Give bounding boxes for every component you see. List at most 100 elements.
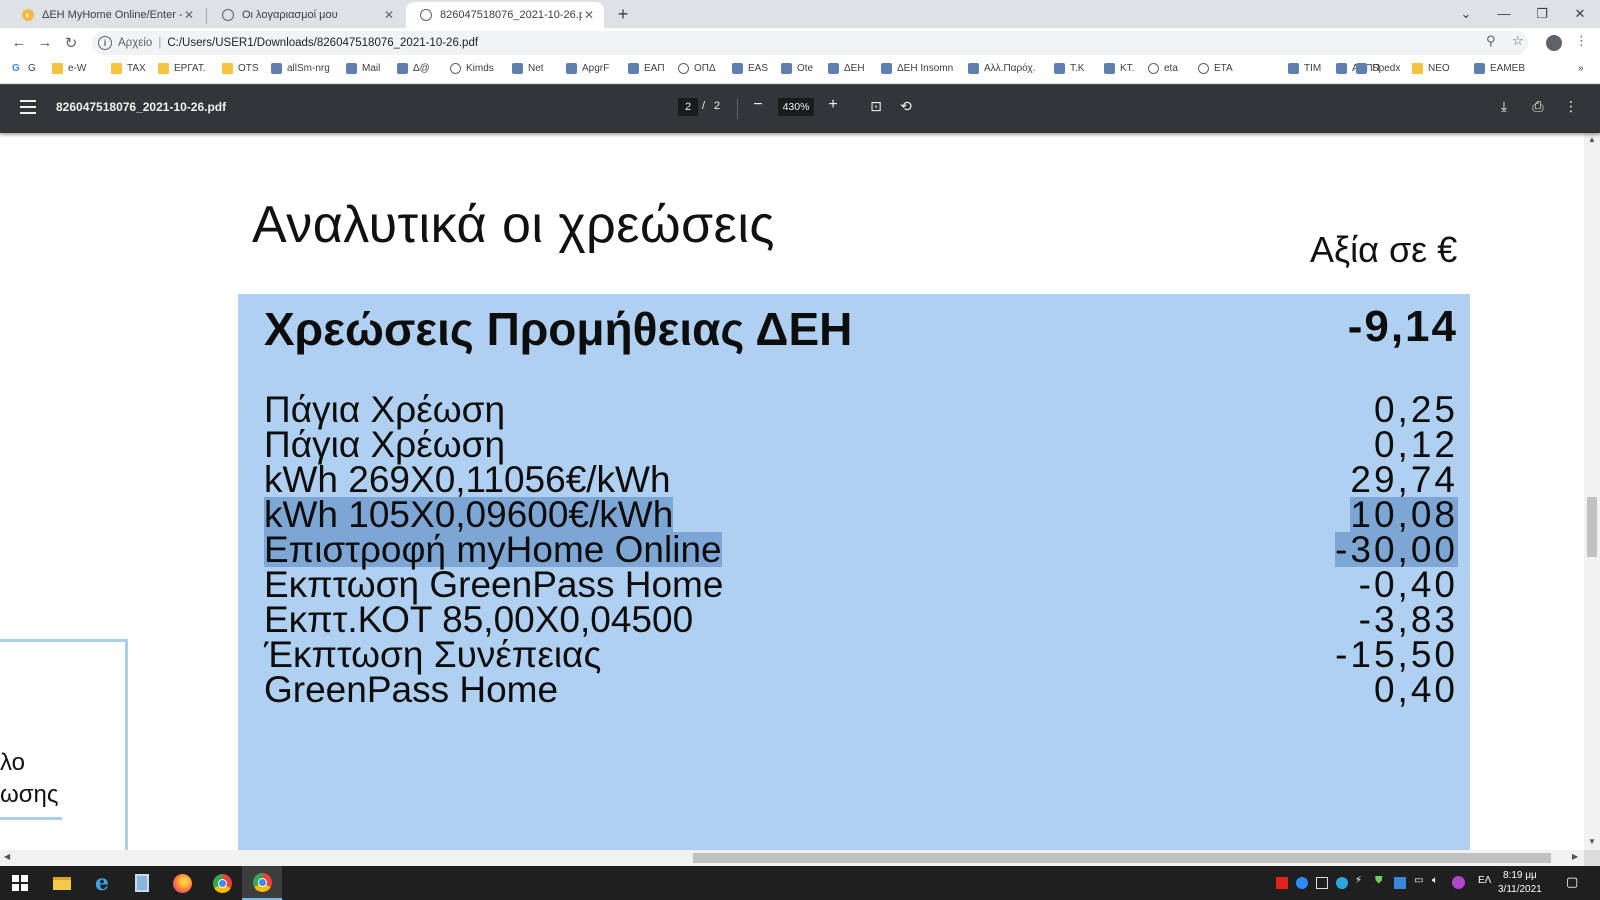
bookmark-star-icon[interactable]: ☆ — [1512, 33, 1524, 49]
minimize-button[interactable]: — — [1485, 2, 1523, 26]
scroll-right-icon[interactable]: ▶ — [1572, 852, 1578, 861]
charge-line: Επιστροφή myHome Online -30,00 — [238, 529, 1470, 570]
bookmark-item[interactable]: ApgrF — [566, 63, 609, 74]
scroll-up-icon[interactable]: ▲ — [1584, 135, 1600, 144]
scroll-down-icon[interactable]: ▼ — [1584, 837, 1600, 846]
bookmark-label: Δ@ — [413, 63, 430, 74]
vertical-scroll-thumb[interactable] — [1587, 497, 1597, 557]
horizontal-scroll-thumb[interactable] — [693, 853, 1551, 863]
bookmark-item[interactable]: Αλλ.Παρόχ. — [968, 63, 1035, 74]
charge-amount: -0,40 — [1358, 564, 1458, 605]
bookmark-item[interactable]: KT. — [1104, 63, 1134, 74]
charge-label: Επιστροφή myHome Online — [264, 529, 722, 570]
bookmark-item[interactable]: OTS — [222, 63, 259, 74]
page-number-input[interactable]: 2 — [678, 98, 698, 116]
bookmark-item[interactable]: ΔΕΗ — [828, 63, 865, 74]
charge-amount: 0,25 — [1373, 389, 1458, 430]
tray-app-icon[interactable] — [1316, 877, 1328, 889]
pdf-menu-icon[interactable] — [20, 100, 36, 114]
close-tab-icon[interactable]: ✕ — [582, 8, 596, 22]
tab-pdf[interactable]: 826047518076_2021-10-26.pdf ✕ — [406, 2, 604, 28]
charge-amount: -3,83 — [1358, 599, 1458, 640]
vertical-scrollbar[interactable]: ▲ ▼ — [1584, 133, 1600, 850]
pdf-page-viewport[interactable]: Αναλυτικά οι χρεώσεις Αξία σε € Χρεώσεις… — [0, 133, 1584, 850]
reload-button[interactable]: ↻ — [62, 34, 80, 52]
more-actions-icon[interactable]: ⋮ — [1562, 98, 1580, 115]
language-indicator[interactable]: ΕΛ — [1478, 875, 1491, 886]
bookmark-item[interactable]: ETA — [1198, 63, 1233, 74]
bookmark-item[interactable]: EAMEB — [1474, 63, 1525, 74]
download-icon[interactable]: ⤓ — [1495, 98, 1513, 115]
tray-app-icon[interactable] — [1394, 877, 1406, 889]
taskbar-clock[interactable]: 8:19 μμ 3/11/2021 — [1498, 869, 1542, 897]
file-explorer-icon[interactable] — [42, 866, 82, 900]
internet-explorer-icon[interactable]: e — [82, 866, 122, 900]
bookmark-item[interactable]: Kimds — [450, 63, 494, 74]
address-bar[interactable]: i Αρχείο | C:/Users/USER1/Downloads/8260… — [92, 31, 1528, 55]
bookmark-item[interactable]: ΟΠΔ — [678, 63, 716, 74]
bookmark-item[interactable]: Mail — [346, 63, 380, 74]
tray-app-icon[interactable] — [1276, 877, 1288, 889]
bookmark-item[interactable]: NEO — [1412, 63, 1450, 74]
fit-page-icon[interactable]: ⊡ — [867, 98, 885, 115]
print-icon[interactable]: ⎙ — [1529, 98, 1547, 115]
bookmark-item[interactable]: Δ@ — [397, 63, 430, 74]
tab-accounts[interactable]: Οι λογαριασμοί μου ✕ — [208, 2, 404, 28]
tab-search-button[interactable]: ⌄ — [1447, 2, 1485, 26]
bookmark-label: T.K — [1070, 63, 1085, 74]
bookmark-item[interactable]: EAS — [732, 63, 768, 74]
bookmark-item[interactable]: Ote — [781, 63, 813, 74]
close-tab-icon[interactable]: ✕ — [382, 8, 396, 22]
tray-app-icon[interactable] — [1452, 876, 1465, 889]
rotate-icon[interactable]: ⟲ — [897, 98, 915, 115]
back-button[interactable]: ← — [10, 34, 28, 51]
start-button[interactable] — [0, 866, 40, 900]
bookmark-item[interactable]: T.K — [1054, 63, 1084, 74]
tray-skype-icon[interactable] — [1336, 877, 1348, 889]
calculator-icon[interactable] — [122, 866, 162, 900]
bookmark-item[interactable]: allSm-nrg — [271, 63, 330, 74]
bookmark-item[interactable]: ΕΡΓΑΤ. — [158, 63, 206, 74]
zoom-in-button[interactable]: + — [824, 96, 842, 114]
bookmark-item[interactable]: e-W — [52, 63, 86, 74]
tray-security-icon[interactable]: ⛊ — [1375, 875, 1383, 886]
bookmark-item[interactable]: ΔΕΗ Insomn — [881, 63, 953, 74]
zoom-icon[interactable]: ⚲ — [1486, 33, 1496, 49]
firefox-icon[interactable] — [162, 866, 202, 900]
forward-button[interactable]: → — [36, 34, 54, 51]
bookmark-item[interactable]: Net — [512, 63, 544, 74]
bookmark-item[interactable]: TIM — [1288, 63, 1321, 74]
bookmark-item[interactable]: Spedx — [1356, 63, 1400, 74]
chrome-active-icon[interactable] — [242, 866, 282, 900]
site-icon — [346, 63, 357, 74]
notifications-icon[interactable]: ▢ — [1566, 874, 1578, 890]
url-text[interactable]: C:/Users/USER1/Downloads/826047518076_20… — [167, 37, 478, 49]
bookmark-item[interactable]: TAX — [111, 63, 146, 74]
bookmark-label: ΔΕΗ — [844, 63, 865, 74]
bookmark-item[interactable]: ΕΑΠ — [628, 63, 665, 74]
close-window-button[interactable]: ✕ — [1561, 2, 1599, 26]
close-tab-icon[interactable]: ✕ — [182, 8, 196, 22]
tray-display-icon[interactable]: ▭ — [1414, 875, 1423, 886]
bookmark-item[interactable]: GG — [12, 63, 36, 74]
bookmark-label: ΟΠΔ — [694, 63, 716, 74]
scroll-left-icon[interactable]: ◀ — [4, 852, 10, 861]
zoom-input[interactable]: 430% — [778, 98, 814, 116]
site-icon — [1288, 63, 1299, 74]
info-icon[interactable]: i — [98, 36, 112, 50]
profile-avatar-icon[interactable] — [1546, 35, 1562, 51]
bookmark-label: ETA — [1214, 63, 1233, 74]
bookmark-item[interactable]: eta — [1148, 63, 1178, 74]
restore-button[interactable]: ❐ — [1523, 2, 1561, 26]
browser-menu-icon[interactable]: ⋮ — [1575, 33, 1588, 49]
horizontal-scrollbar[interactable]: ◀ ▶ — [0, 850, 1584, 866]
volume-icon[interactable]: 🔈︎ — [1432, 875, 1438, 886]
tab-myhome[interactable]: ◐ ΔΕΗ MyHome Online/Enter - Σελ ✕ — [8, 2, 204, 28]
tray-app-icon[interactable] — [1296, 877, 1308, 889]
tray-network-icon[interactable]: ⚡ — [1355, 875, 1362, 886]
new-tab-button[interactable]: + — [612, 4, 634, 25]
more-bookmarks-icon[interactable]: » — [1578, 63, 1584, 74]
bookmark-label: Spedx — [1372, 63, 1401, 74]
zoom-out-button[interactable]: − — [749, 96, 767, 114]
chrome-icon[interactable] — [202, 866, 242, 900]
